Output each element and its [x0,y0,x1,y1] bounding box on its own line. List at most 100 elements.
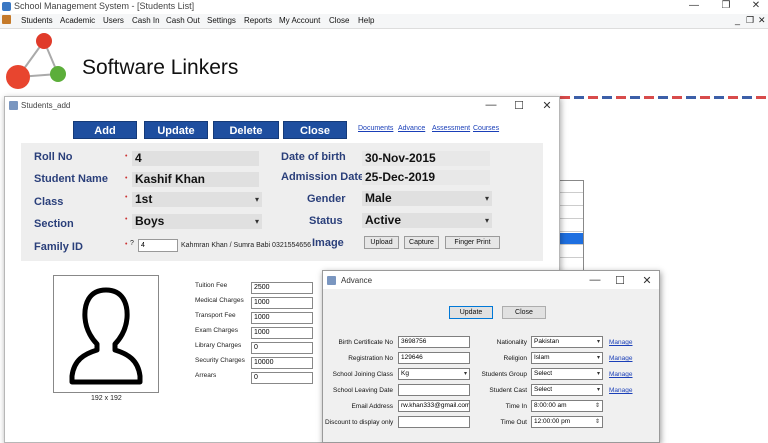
birth-certificate-input[interactable]: 3698756 [398,336,470,348]
required-dot: • [125,241,128,248]
chevron-down-icon: ▾ [596,355,600,361]
arrears-input[interactable]: 0 [251,372,313,384]
section-select[interactable]: Boys ▾ [132,214,262,229]
close-button[interactable]: Close [283,121,347,139]
nationality-label: Nationality [496,339,527,346]
email-address-input[interactable]: rw.khan333@gmail.com [398,400,470,412]
menu-close[interactable]: Close [329,16,349,25]
transport-fee-label: Transport Fee [195,312,236,319]
main-window-title: School Management System - [Students Lis… [14,1,195,11]
mdi-restore-button[interactable]: ❐ [746,15,754,26]
menu-help[interactable]: Help [358,16,374,25]
student-photo[interactable] [53,275,159,393]
students-list-grid[interactable] [556,180,584,272]
students-group-value: Select [534,370,553,377]
menu-cash-in[interactable]: Cash In [132,16,160,25]
transport-fee-input[interactable]: 1000 [251,312,313,324]
table-row[interactable] [557,246,583,258]
assessment-link[interactable]: Assessment [432,125,470,132]
table-row[interactable] [557,220,583,232]
menu-settings[interactable]: Settings [207,16,236,25]
finger-print-button[interactable]: Finger Print [445,236,500,249]
mdi-child-icon [2,15,11,24]
gender-select[interactable]: Male ▾ [362,191,492,206]
student-name-field[interactable]: Kashif Khan [132,172,259,187]
manage-nationality-link[interactable]: Manage [609,339,633,346]
nationality-value: Pakistan [534,338,559,345]
time-in-picker[interactable]: 8:00:00 am ⇕ [531,400,603,412]
library-charges-label: Library Charges [195,342,242,349]
spinner-icon[interactable]: ⇕ [595,417,600,427]
school-leaving-date-input[interactable] [398,384,470,396]
table-row[interactable] [557,207,583,219]
maximize-button[interactable]: ❐ [716,0,736,11]
window-icon [9,101,18,110]
admission-date-field[interactable]: 25-Dec-2019 [362,170,490,185]
menu-students[interactable]: Students [21,16,53,25]
registration-no-label: Registration No [348,355,393,362]
date-of-birth-label: Date of birth [281,151,346,163]
manage-group-link[interactable]: Manage [609,371,633,378]
maximize-button[interactable]: ☐ [610,274,630,287]
mdi-close-button[interactable]: ✕ [758,15,766,26]
time-out-picker[interactable]: 12:00:00 pm ⇕ [531,416,603,428]
documents-link[interactable]: Documents [358,125,393,132]
table-row-selected[interactable] [557,233,583,245]
advance-close-button[interactable]: Close [502,306,546,319]
security-charges-input[interactable]: 10000 [251,357,313,369]
roll-no-field[interactable]: 4 [132,151,259,166]
library-charges-input[interactable]: 0 [251,342,313,354]
delete-button[interactable]: Delete [213,121,279,139]
menu-cash-out[interactable]: Cash Out [166,16,200,25]
medical-charges-input[interactable]: 1000 [251,297,313,309]
status-select[interactable]: Active ▾ [362,213,492,228]
nationality-select[interactable]: Pakistan ▾ [531,336,603,348]
courses-link[interactable]: Courses [473,125,499,132]
email-address-label: Email Address [351,403,393,410]
required-dot: • [125,153,128,160]
security-charges-label: Security Charges [195,357,245,364]
manage-cast-link[interactable]: Manage [609,387,633,394]
menu-academic[interactable]: Academic [60,16,95,25]
upload-button[interactable]: Upload [364,236,399,249]
app-icon [2,2,11,11]
minimize-button[interactable]: — [585,274,605,286]
spinner-icon[interactable]: ⇕ [595,401,600,411]
close-window-button[interactable]: ✕ [637,274,657,287]
chevron-down-icon: ▾ [596,387,600,393]
class-select[interactable]: 1st ▾ [132,192,262,207]
mdi-minimize-button[interactable]: _ [735,15,740,25]
table-row[interactable] [557,194,583,206]
manage-religion-link[interactable]: Manage [609,355,633,362]
registration-no-input[interactable]: 129646 [398,352,470,364]
advance-update-button[interactable]: Update [449,306,493,319]
religion-select[interactable]: Islam ▾ [531,352,603,364]
family-details-text: Kahmran Khan / Sumra Babi 0321554656 [181,242,311,249]
menu-reports[interactable]: Reports [244,16,272,25]
discount-input[interactable] [398,416,470,428]
family-id-help: ? [130,240,134,247]
menu-users[interactable]: Users [103,16,124,25]
arrears-label: Arrears [195,372,217,379]
close-window-button[interactable]: ✕ [746,0,766,11]
minimize-button[interactable]: — [481,99,501,111]
minimize-button[interactable]: — [684,0,704,11]
close-window-button[interactable]: ✕ [537,99,557,112]
date-of-birth-field[interactable]: 30-Nov-2015 [362,151,490,166]
brand-logo [6,33,66,89]
update-button[interactable]: Update [144,121,208,139]
student-cast-select[interactable]: Select ▾ [531,384,603,396]
religion-value: Islam [534,354,550,361]
school-joining-class-select[interactable]: Kg ▾ [398,368,470,380]
tuition-fee-input[interactable]: 2500 [251,282,313,294]
menu-my-account[interactable]: My Account [279,16,320,25]
add-button[interactable]: Add [73,121,137,139]
students-group-select[interactable]: Select ▾ [531,368,603,380]
maximize-button[interactable]: ☐ [509,99,529,112]
capture-button[interactable]: Capture [404,236,439,249]
students-group-label: Students Group [481,371,527,378]
advance-link[interactable]: Advance [398,125,425,132]
table-row[interactable] [557,181,583,193]
exam-charges-input[interactable]: 1000 [251,327,313,339]
family-id-input[interactable]: 4 [138,239,178,252]
